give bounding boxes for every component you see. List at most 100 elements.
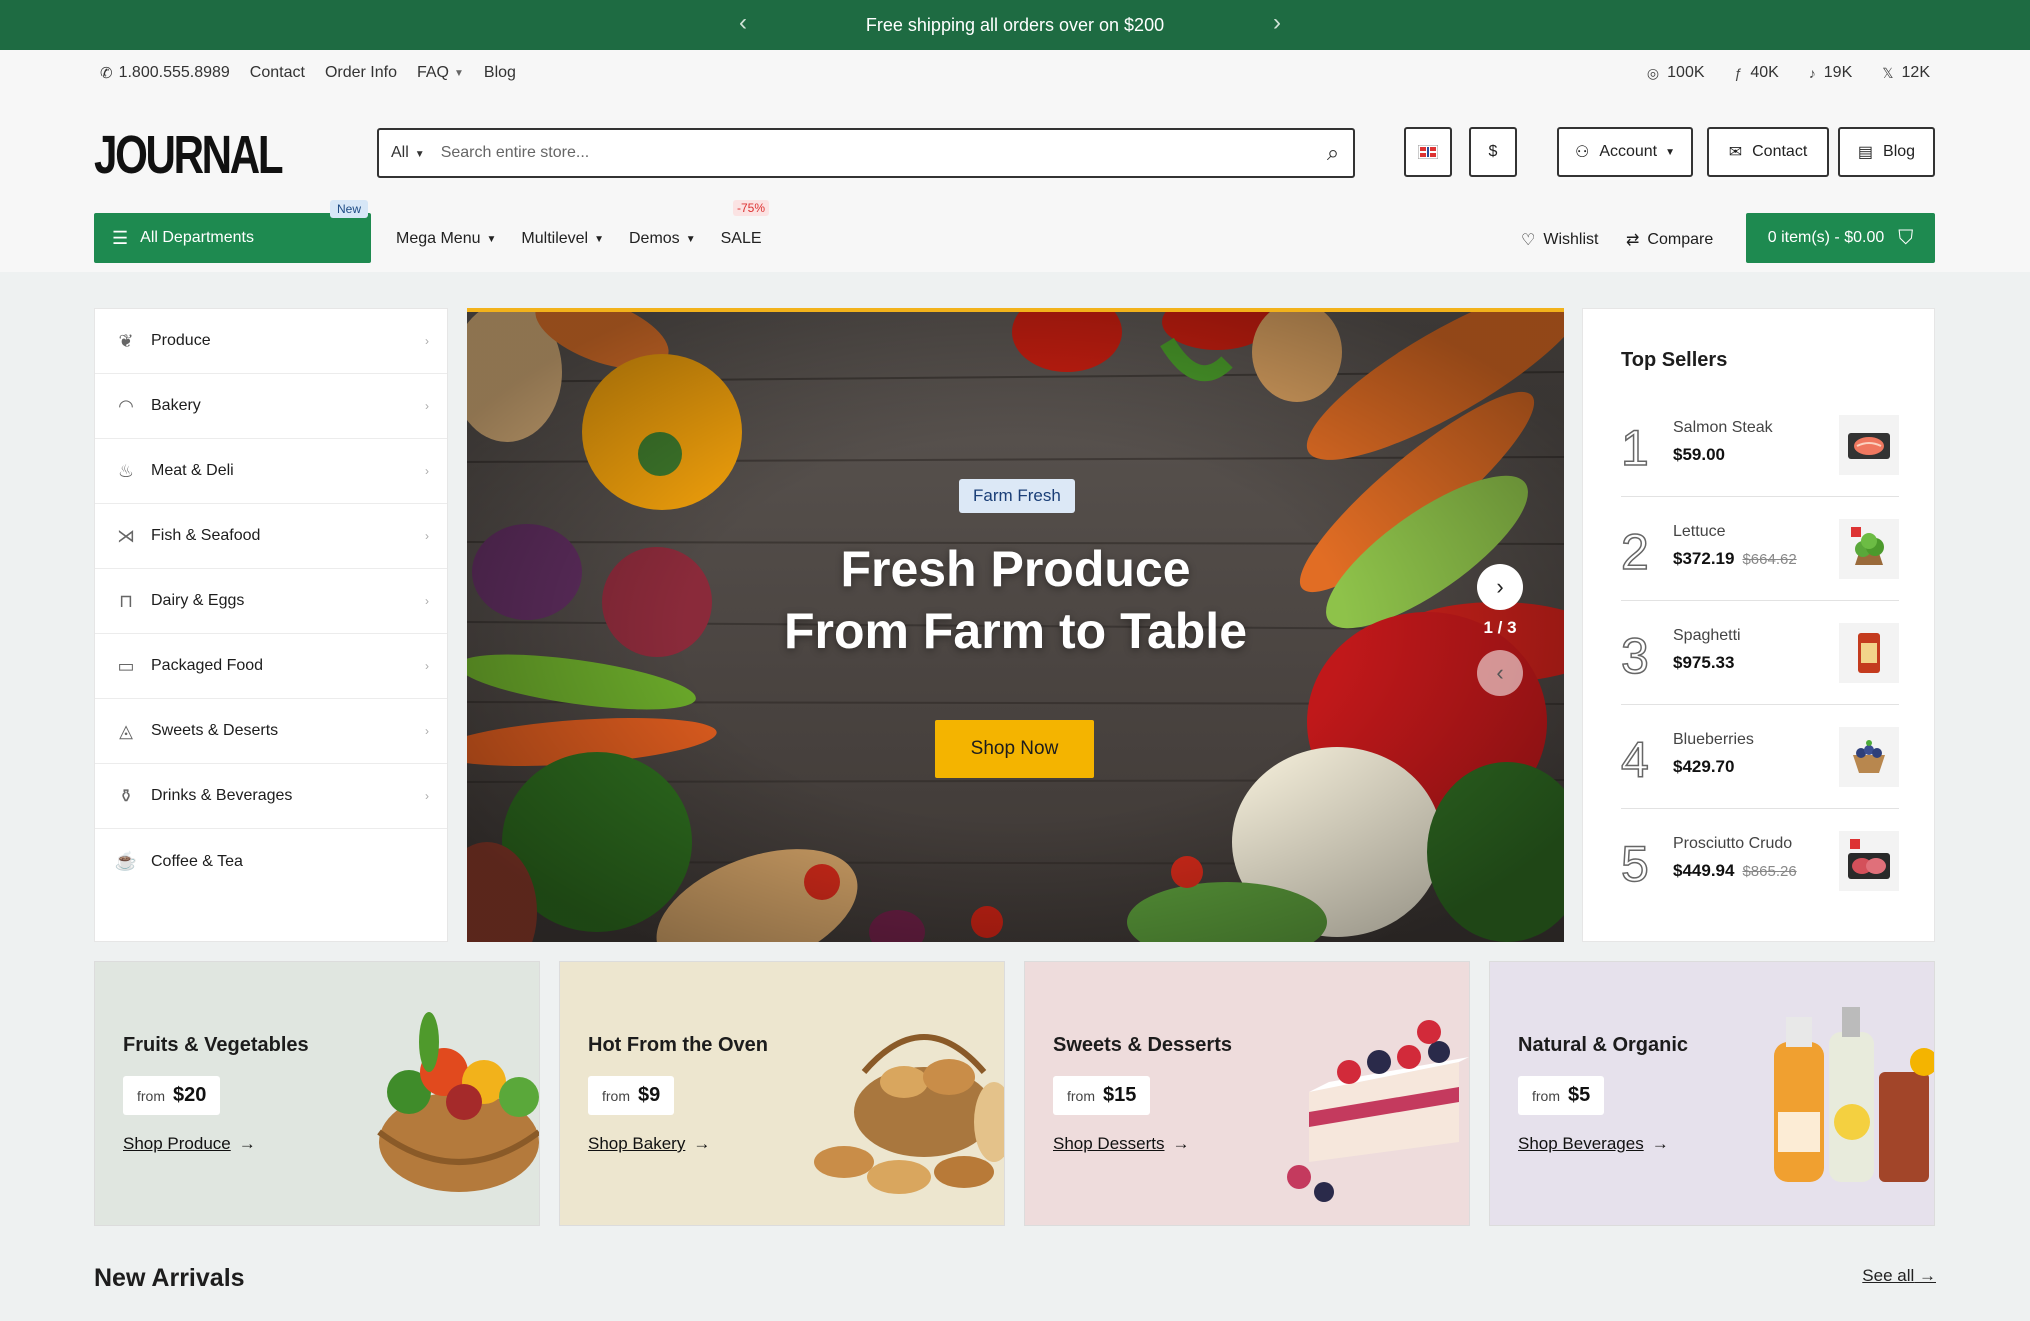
top-sellers-panel: Top Sellers 1 Salmon Steak $59.00 2 Lett… <box>1582 308 1935 942</box>
see-all-link[interactable]: See all → <box>1862 1266 1936 1286</box>
category-item-packaged-food[interactable]: ▭ Packaged Food › <box>95 634 447 699</box>
promo-link-label: Shop Beverages <box>1518 1134 1644 1153</box>
meat-icon: ♨ <box>117 460 135 481</box>
seller-name[interactable]: Spaghetti <box>1673 627 1741 645</box>
util-link-contact[interactable]: Contact <box>250 64 305 82</box>
search-icon[interactable]: ⌕ <box>1313 140 1353 166</box>
cake-icon: ◬ <box>119 720 133 741</box>
promo-price-tag: from $20 <box>123 1076 221 1115</box>
salmon-thumbnail[interactable] <box>1839 415 1899 475</box>
user-icon: ⚇ <box>1574 144 1590 161</box>
top-seller-item[interactable]: 1 Salmon Steak $59.00 <box>1620 393 1899 497</box>
blueberries-thumbnail[interactable] <box>1839 727 1899 787</box>
top-seller-item[interactable]: 4 Blueberries $429.70 <box>1620 705 1899 809</box>
social-count: 40K <box>1750 64 1779 81</box>
promo-card-bakery[interactable]: Hot From the Oven from $9 Shop Bakery → <box>559 961 1005 1226</box>
instagram-icon: ◎ <box>1646 64 1660 81</box>
newspaper-icon: ▤ <box>1857 144 1874 161</box>
seller-name[interactable]: Salmon Steak <box>1673 419 1773 437</box>
produce-icon: ❦ <box>118 330 134 351</box>
nav-item-mega-menu[interactable]: Mega Menu ▼ <box>396 230 496 248</box>
top-seller-item[interactable]: 3 Spaghetti $975.33 <box>1620 601 1899 705</box>
seller-price-wrap: $449.94 $865.26 <box>1673 861 1797 881</box>
site-logo[interactable]: JOURNAL <box>94 124 284 186</box>
chevron-right-icon: › <box>1496 574 1504 599</box>
nav-item-multilevel[interactable]: Multilevel ▼ <box>521 230 604 248</box>
chevron-left-icon: ‹ <box>1496 660 1504 685</box>
promo-from: from <box>137 1088 165 1104</box>
social-x[interactable]: 𝕏 12K <box>1882 64 1930 82</box>
slider-prev-button[interactable]: ‹ <box>1477 650 1523 696</box>
category-item-fish-seafood[interactable]: ⋊ Fish & Seafood › <box>95 504 447 569</box>
shop-beverages-link[interactable]: Shop Beverages → <box>1518 1134 1669 1154</box>
promo-from: from <box>1532 1088 1560 1104</box>
nav-label: Mega Menu <box>396 230 481 247</box>
hero-slider: Farm Fresh Fresh Produce From Farm to Ta… <box>467 308 1564 942</box>
category-label: Fish & Seafood <box>151 527 261 544</box>
nav-item-demos[interactable]: Demos ▼ <box>629 230 696 248</box>
util-link-faq[interactable]: FAQ ▼ <box>417 64 464 82</box>
category-item-dairy-eggs[interactable]: ⊓ Dairy & Eggs › <box>95 569 447 634</box>
chevron-right-icon[interactable]: › <box>1262 9 1292 37</box>
caret-down-icon: ▼ <box>594 233 604 245</box>
util-link-order-info[interactable]: Order Info <box>325 64 397 82</box>
search-input[interactable]: Search entire store... <box>441 144 1313 162</box>
cake-image <box>1287 1020 1469 1202</box>
slider-next-button[interactable]: › <box>1477 564 1523 610</box>
top-seller-item[interactable]: 2 Lettuce $372.19 $664.62 <box>1620 497 1899 601</box>
category-item-sweets-deserts[interactable]: ◬ Sweets & Deserts › <box>95 699 447 764</box>
prosciutto-thumbnail[interactable] <box>1839 831 1899 891</box>
all-departments-button[interactable]: ☰ All Departments <box>94 213 371 263</box>
wishlist-link[interactable]: ♡ Wishlist <box>1521 230 1598 250</box>
phone-link[interactable]: ✆ 1.800.555.8989 <box>100 64 230 82</box>
seller-rank: 5 <box>1620 835 1649 893</box>
social-tiktok[interactable]: ♪ 19K <box>1809 64 1852 82</box>
compare-label: Compare <box>1647 231 1714 248</box>
social-instagram[interactable]: ◎ 100K <box>1647 64 1705 82</box>
seller-price-wrap: $975.33 <box>1673 653 1734 673</box>
top-seller-item[interactable]: 5 Prosciutto Crudo $449.94 $865.26 <box>1620 809 1899 913</box>
faq-label: FAQ <box>416 64 449 81</box>
currency-button[interactable]: $ <box>1469 127 1517 177</box>
blog-button[interactable]: ▤ Blog <box>1838 127 1935 177</box>
spaghetti-thumbnail[interactable] <box>1839 623 1899 683</box>
shop-desserts-link[interactable]: Shop Desserts → <box>1053 1134 1190 1154</box>
bottle-icon: ⚱ <box>118 785 134 806</box>
util-link-blog[interactable]: Blog <box>484 64 516 82</box>
nav-item-sale[interactable]: SALE <box>721 230 762 248</box>
arrow-right-icon: → <box>238 1134 256 1153</box>
category-label: Drinks & Beverages <box>151 787 293 804</box>
compare-link[interactable]: ⇄ Compare <box>1626 230 1713 250</box>
social-count: 19K <box>1823 64 1853 81</box>
account-button[interactable]: ⚇ Account ▼ <box>1557 127 1693 177</box>
lettuce-thumbnail[interactable] <box>1839 519 1899 579</box>
category-item-meat-deli[interactable]: ♨ Meat & Deli › <box>95 439 447 504</box>
category-item-coffee-tea[interactable]: ☕ Coffee & Tea <box>95 829 447 894</box>
chevron-left-icon[interactable]: ‹ <box>728 9 758 37</box>
category-item-produce[interactable]: ❦ Produce › <box>95 309 447 374</box>
shop-produce-link[interactable]: Shop Produce → <box>123 1134 256 1154</box>
bread-basket-image <box>814 1034 1004 1194</box>
nav-label: Demos <box>629 230 680 247</box>
search-category-select[interactable]: All ▼ <box>379 144 441 162</box>
social-facebook[interactable]: ƒ 40K <box>1735 64 1779 82</box>
promo-price: $15 <box>1103 1084 1137 1106</box>
language-button[interactable] <box>1404 127 1452 177</box>
category-item-drinks-beverages[interactable]: ⚱ Drinks & Beverages › <box>95 764 447 829</box>
seller-rank: 4 <box>1620 731 1649 789</box>
seller-name[interactable]: Blueberries <box>1673 731 1754 749</box>
blog-label: Blog <box>1883 143 1916 160</box>
promo-card-sweets[interactable]: Sweets & Desserts from $15 Shop Desserts → <box>1024 961 1470 1226</box>
promo-card-fruits[interactable]: Fruits & Vegetables from $20 Shop Produce… <box>94 961 540 1226</box>
category-item-bakery[interactable]: ◠ Bakery › <box>95 374 447 439</box>
phone-icon: ✆ <box>100 65 113 82</box>
shop-bakery-link[interactable]: Shop Bakery → <box>588 1134 710 1154</box>
search-category-label: All <box>391 144 409 161</box>
announcement-text: Free shipping all orders over on $200 <box>865 14 1165 35</box>
cart-button[interactable]: 0 item(s) - $0.00 ⛉ <box>1746 213 1935 263</box>
seller-name[interactable]: Prosciutto Crudo <box>1673 835 1792 853</box>
promo-card-natural[interactable]: Natural & Organic from $5 Shop Beverages → <box>1489 961 1935 1226</box>
contact-button[interactable]: ✉ Contact <box>1707 127 1829 177</box>
seller-name[interactable]: Lettuce <box>1673 523 1725 541</box>
shop-now-button[interactable]: Shop Now <box>935 720 1094 778</box>
